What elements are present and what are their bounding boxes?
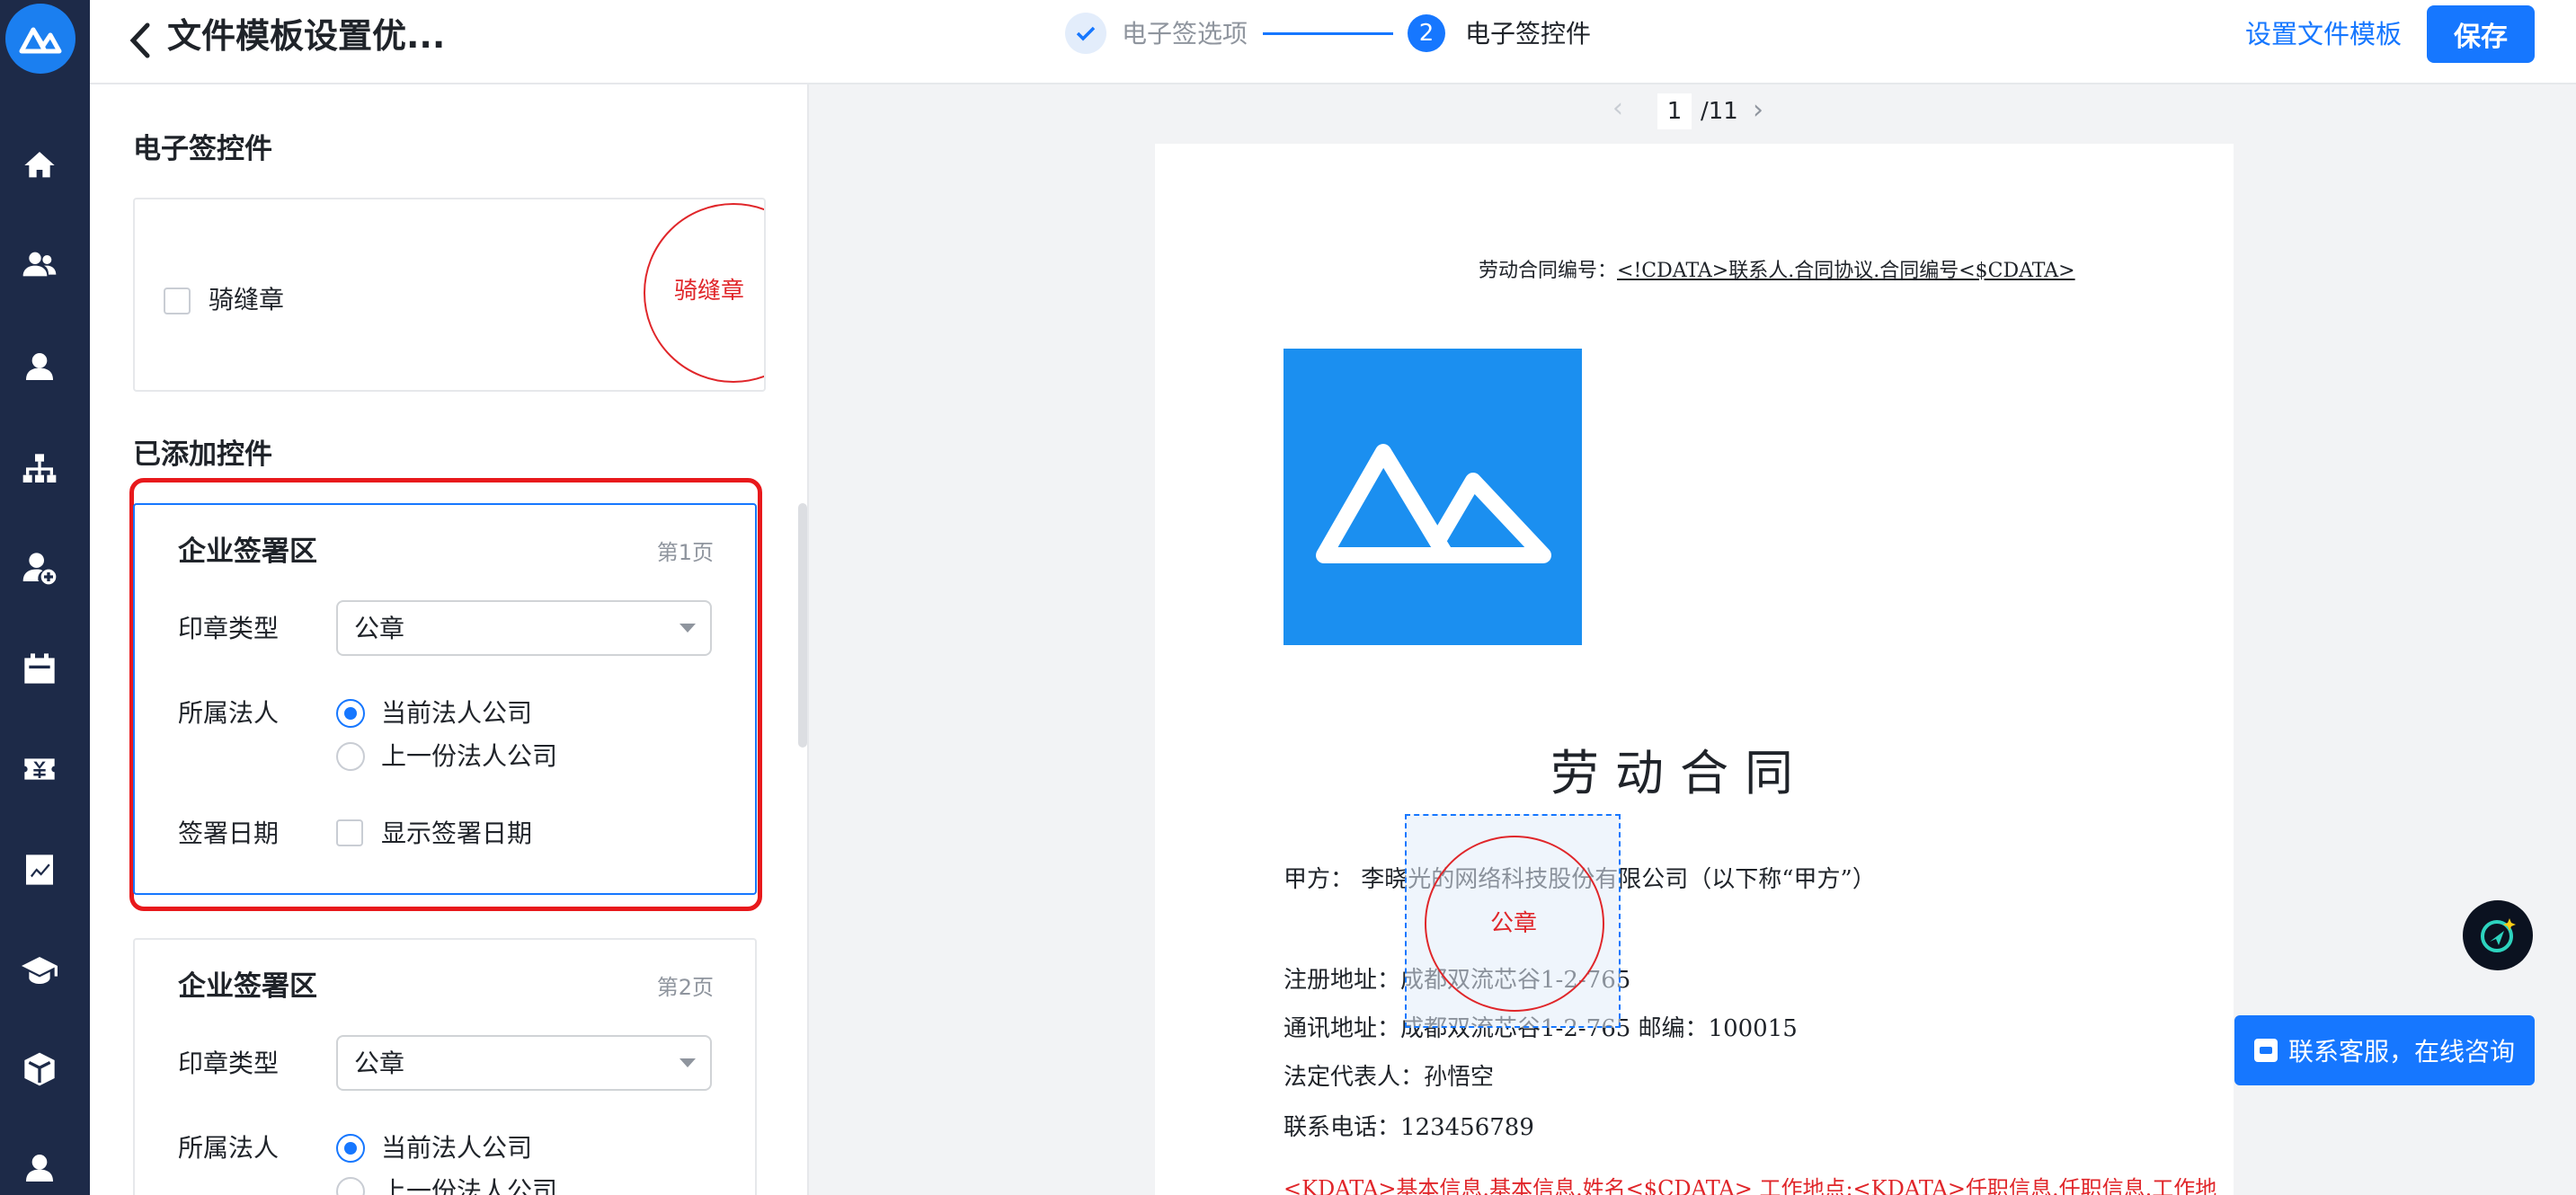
document-page: 劳动合同编号：<!CDATA>联系人.合同协议.合同编号<$CDATA> 劳动合… — [1155, 144, 2234, 1195]
sign-date-label: 签署日期 — [178, 819, 280, 848]
entity-current-radio[interactable] — [336, 699, 365, 728]
page-total: /11 — [1701, 98, 1738, 125]
yen-ticket-icon[interactable] — [18, 748, 61, 791]
seam-seal-control: 骑缝章 骑缝章 — [133, 198, 766, 392]
entity-current-label[interactable]: 当前法人公司 — [381, 1130, 532, 1166]
graduation-cap-icon[interactable] — [18, 949, 61, 992]
card-title: 企业签署区 — [178, 536, 317, 568]
next-page-icon[interactable]: › — [1753, 95, 1763, 126]
org-chart-icon[interactable] — [18, 447, 61, 491]
entity-previous-radio[interactable] — [336, 742, 365, 771]
person-bottom-icon[interactable] — [18, 1146, 61, 1190]
add-user-icon[interactable] — [18, 546, 61, 589]
team-icon[interactable] — [18, 243, 61, 286]
back-arrow-icon[interactable] — [128, 18, 158, 63]
support-label: 联系客服，在线咨询 — [2287, 1037, 2515, 1067]
save-button[interactable]: 保存 — [2427, 5, 2535, 63]
entity-previous-radio[interactable] — [336, 1177, 365, 1195]
control-settings-panel: 电子签控件 骑缝章 骑缝章 已添加控件 企业签署区 第1页 印章类型 公章 所属… — [90, 84, 809, 1195]
app-logo-icon[interactable] — [5, 4, 76, 74]
step-2-label[interactable]: 电子签控件 — [1465, 16, 1591, 52]
contract-number-value: <!CDATA>联系人.合同协议.合同编号<$CDATA> — [1617, 260, 2075, 282]
left-nav — [0, 0, 90, 1195]
seal-type-select[interactable]: 公章 — [336, 1035, 712, 1091]
template-variable-line: <KDATA>基本信息.基本信息.姓名<$CDATA> 工作地点:<KDATA>… — [1284, 1176, 2217, 1195]
company-logo — [1284, 349, 1582, 645]
company-seal-text: 公章 — [1490, 910, 1538, 937]
seal-type-value: 公章 — [354, 614, 405, 643]
seam-seal-stamp-text: 骑缝章 — [674, 278, 745, 305]
added-controls-title: 已添加控件 — [133, 438, 272, 471]
entity-label: 所属法人 — [178, 698, 280, 728]
show-sign-date-checkbox[interactable] — [336, 819, 363, 846]
page-title: 文件模板设置优... — [167, 16, 446, 56]
step-2-number[interactable]: 2 — [1408, 14, 1445, 52]
seal-type-label: 印章类型 — [178, 614, 280, 643]
card-title: 企业签署区 — [178, 970, 317, 1003]
contract-title: 劳动合同 — [1550, 745, 1809, 801]
seam-seal-label: 骑缝章 — [209, 285, 285, 314]
panel-scrollbar[interactable] — [798, 503, 807, 748]
person-icon[interactable] — [18, 345, 61, 388]
contract-number-label: 劳动合同编号： — [1479, 260, 1618, 282]
seam-seal-checkbox[interactable] — [164, 288, 191, 314]
entity-label: 所属法人 — [178, 1133, 280, 1163]
seal-type-value: 公章 — [354, 1049, 405, 1078]
home-icon[interactable] — [18, 144, 61, 187]
show-sign-date-label[interactable]: 显示签署日期 — [381, 816, 532, 852]
prev-page-icon[interactable]: ‹ — [1612, 95, 1623, 122]
cube-icon[interactable] — [18, 1048, 61, 1091]
contract-number-line: 劳动合同编号：<!CDATA>联系人.合同协议.合同编号<$CDATA> — [1479, 257, 2075, 286]
signing-area-card-1[interactable]: 企业签署区 第1页 印章类型 公章 所属法人 当前法人公司 上一份法人公司 签署… — [133, 503, 757, 895]
customer-support-button[interactable]: 联系客服，在线咨询 — [2234, 1015, 2535, 1085]
top-header: 文件模板设置优... 电子签选项 2 电子签控件 设置文件模板 保存 — [90, 0, 2576, 84]
calendar-icon[interactable] — [18, 647, 61, 690]
legal-representative-line: 法定代表人：孙悟空 — [1284, 1064, 1495, 1091]
step-connector — [1263, 32, 1393, 35]
controls-section-title: 电子签控件 — [133, 133, 272, 165]
report-icon[interactable] — [18, 848, 61, 891]
page-number-input[interactable]: 1 — [1657, 93, 1692, 129]
seal-type-select[interactable]: 公章 — [336, 600, 712, 656]
entity-current-label[interactable]: 当前法人公司 — [381, 695, 532, 731]
seal-type-label: 印章类型 — [178, 1049, 280, 1078]
set-file-template-link[interactable]: 设置文件模板 — [2245, 16, 2402, 52]
dropdown-arrow-icon — [680, 1058, 696, 1067]
entity-previous-label[interactable]: 上一份法人公司 — [381, 1173, 557, 1195]
entity-current-radio[interactable] — [336, 1134, 365, 1163]
card-page-label: 第1页 — [656, 540, 714, 565]
chat-icon — [2253, 1039, 2278, 1062]
step-1-check-icon[interactable] — [1065, 13, 1106, 54]
entity-previous-label[interactable]: 上一份法人公司 — [381, 739, 557, 775]
signing-area-card-2[interactable]: 企业签署区 第2页 印章类型 公章 所属法人 当前法人公司 上一份法人公司 — [133, 938, 757, 1195]
card-page-label: 第2页 — [656, 975, 714, 1000]
phone-line: 联系电话：123456789 — [1284, 1114, 1534, 1141]
step-1-label[interactable]: 电子签选项 — [1122, 16, 1248, 52]
dropdown-arrow-icon — [680, 624, 696, 633]
ai-assistant-icon[interactable] — [2463, 900, 2533, 970]
